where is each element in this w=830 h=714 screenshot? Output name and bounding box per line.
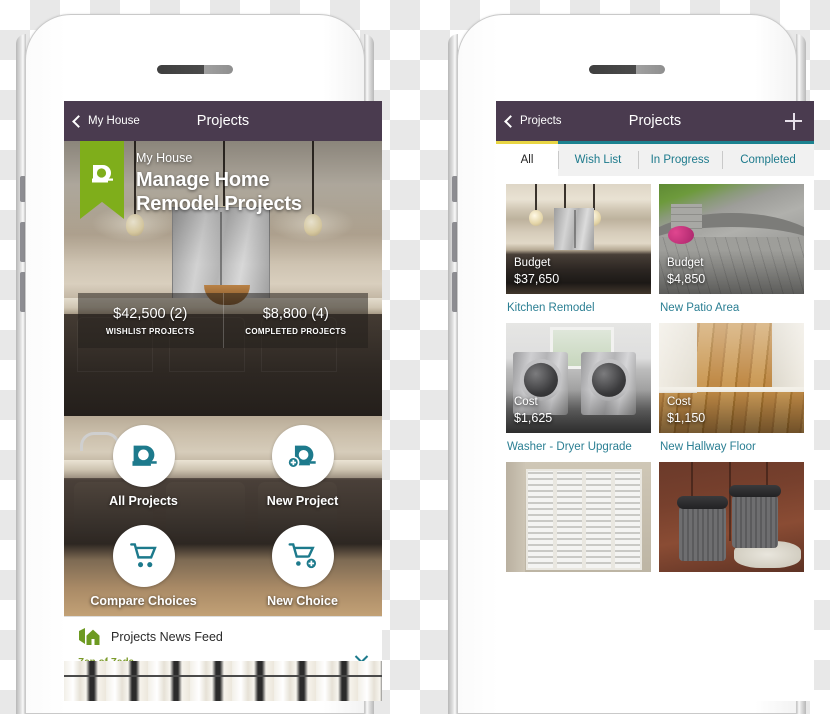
action-new-choice[interactable]: New Choice xyxy=(223,516,382,616)
project-thumbnail: Budget $37,650 xyxy=(506,184,651,294)
icon-circle xyxy=(271,524,334,587)
project-thumbnail xyxy=(506,462,651,573)
project-card[interactable] xyxy=(659,462,804,578)
phone-body: My House Projects My House Manage Home R… xyxy=(25,14,382,714)
project-title[interactable]: New Hallway Floor xyxy=(659,433,804,455)
right-phone-mockup: Projects Projects All Wish List In Progr… xyxy=(440,14,814,714)
earpiece-speaker xyxy=(589,65,665,74)
icon-circle xyxy=(112,424,175,487)
action-compare-choices[interactable]: Compare Choices xyxy=(64,516,223,616)
project-thumbnail: Budget $4,850 xyxy=(659,184,804,294)
earpiece-speaker xyxy=(157,65,233,74)
phone-body: Projects Projects All Wish List In Progr… xyxy=(457,14,814,714)
stat-label: WISHLIST PROJECTS xyxy=(105,326,195,336)
project-card[interactable]: Cost $1,150 New Hallway Floor xyxy=(659,323,804,455)
action-all-projects[interactable]: All Projects xyxy=(64,416,223,516)
overlay-value: $37,650 xyxy=(514,271,560,286)
left-phone-mockup: My House Projects My House Manage Home R… xyxy=(8,14,382,714)
back-button[interactable]: Projects xyxy=(504,114,562,128)
tape-measure-plus-icon xyxy=(287,445,316,469)
tape-measure-icon xyxy=(92,165,113,183)
overlay-value: $1,150 xyxy=(667,410,706,425)
overlay-key: Budget xyxy=(514,257,551,270)
house-flag-icon xyxy=(79,628,100,645)
navbar: Projects Projects xyxy=(496,101,814,141)
thumbnail-overlay: Cost $1,150 xyxy=(659,389,804,434)
stat-label: COMPLETED PROJECTS xyxy=(245,326,347,336)
project-card-grid: Budget $37,650 Kitchen Remodel Budget $4… xyxy=(496,176,814,579)
project-thumbnail: Cost $1,625 xyxy=(506,323,651,434)
news-feed-panel: Projects News Feed Zen of Zada xyxy=(64,616,382,701)
action-grid: All Projects New Project Compare Choices… xyxy=(64,416,382,616)
project-thumbnail: Cost $1,150 xyxy=(659,323,804,434)
project-title[interactable] xyxy=(506,572,651,578)
overlay-key: Budget xyxy=(667,257,704,270)
back-button[interactable]: My House xyxy=(72,114,140,128)
thumbnail-overlay: Budget $4,850 xyxy=(659,250,804,294)
right-phone-screen: Projects Projects All Wish List In Progr… xyxy=(496,101,814,701)
tab-completed[interactable]: Completed xyxy=(722,141,814,176)
tab-in-progress[interactable]: In Progress xyxy=(638,141,722,176)
overlay-key: Cost xyxy=(667,396,691,409)
overlay-value: $1,625 xyxy=(514,410,553,425)
shopping-cart-icon xyxy=(129,542,157,567)
stat-value: $8,800 (4) xyxy=(262,305,329,322)
stat-wishlist[interactable]: $42,500 (2) WISHLIST PROJECTS xyxy=(78,293,223,348)
project-card[interactable]: Cost $1,625 Washer - Dryer Upgrade xyxy=(506,323,651,455)
hero-eyebrow: My House xyxy=(136,151,193,165)
stat-completed[interactable]: $8,800 (4) COMPLETED PROJECTS xyxy=(222,293,369,348)
project-title[interactable] xyxy=(659,572,804,578)
icon-circle xyxy=(112,524,175,587)
overlay-value: $4,850 xyxy=(667,271,706,286)
stats-bar: $42,500 (2) WISHLIST PROJECTS $8,800 (4)… xyxy=(78,293,368,348)
back-button-label: My House xyxy=(88,115,140,127)
thumbnail-overlay: Budget $37,650 xyxy=(506,250,651,294)
navbar: My House Projects xyxy=(64,101,382,141)
curtain-rod xyxy=(64,675,382,677)
tab-all[interactable]: All xyxy=(496,141,558,176)
action-label: New Choice xyxy=(267,593,338,608)
stat-value: $42,500 (2) xyxy=(113,305,188,322)
project-card[interactable] xyxy=(506,462,651,578)
news-feed-title: Projects News Feed xyxy=(111,630,223,644)
overlay-key: Cost xyxy=(514,396,538,409)
left-phone-screen: My House Projects My House Manage Home R… xyxy=(64,101,382,701)
shopping-cart-plus-icon xyxy=(288,542,318,570)
chevron-left-icon xyxy=(504,114,517,128)
hero-title-line1: Manage Home xyxy=(136,168,270,191)
hero-text: My House Manage Home Remodel Projects xyxy=(136,149,372,217)
action-label: New Project xyxy=(266,493,339,508)
project-thumbnail xyxy=(659,462,804,573)
project-title[interactable]: New Patio Area xyxy=(659,294,804,316)
project-title[interactable]: Washer - Dryer Upgrade xyxy=(506,433,651,455)
tape-measure-icon xyxy=(131,445,157,466)
chevron-left-icon xyxy=(72,114,85,128)
icon-circle xyxy=(271,424,334,487)
action-label: Compare Choices xyxy=(90,593,197,608)
back-button-label: Projects xyxy=(520,115,562,127)
tab-bar: All Wish List In Progress Completed xyxy=(496,141,814,176)
news-feed-image xyxy=(64,661,382,701)
project-card[interactable]: Budget $4,850 New Patio Area xyxy=(659,184,804,316)
news-feed-header: Projects News Feed xyxy=(64,617,382,654)
project-title[interactable]: Kitchen Remodel xyxy=(506,294,651,316)
hero-title-line2: Remodel Projects xyxy=(136,193,302,216)
plus-icon[interactable] xyxy=(785,112,802,130)
hero-banner: My House Manage Home Remodel Projects $4… xyxy=(64,141,382,416)
thumbnail-overlay: Cost $1,625 xyxy=(506,389,651,434)
action-label: All Projects xyxy=(109,493,178,508)
action-new-project[interactable]: New Project xyxy=(223,416,382,516)
project-card[interactable]: Budget $37,650 Kitchen Remodel xyxy=(506,184,651,316)
tab-wish-list[interactable]: Wish List xyxy=(558,141,638,176)
